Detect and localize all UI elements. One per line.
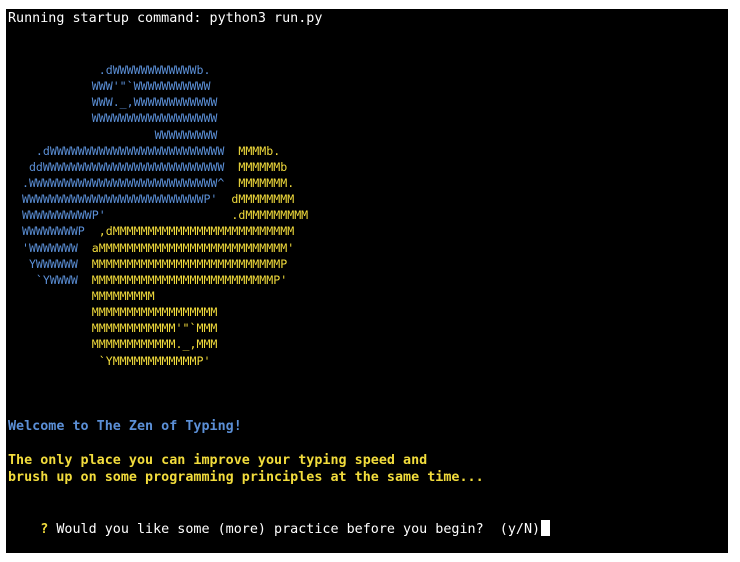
logo-row: YWWWWWW MMMMMMMMMMMMMMMMMMMMMMMMMMMP bbox=[8, 256, 308, 272]
python-ascii-logo: .dWWWWWWWWWWWWb. WWW'"`WWWWWWWWWWW WWW._… bbox=[8, 62, 308, 369]
logo-row: MMMMMMMMMMMM'"`MMM bbox=[8, 320, 308, 336]
logo-segment-blue: 'WWWWWWW bbox=[8, 240, 92, 255]
logo-segment-yellow: .dMMMMMMMMM bbox=[105, 208, 309, 223]
startup-command-line: Running startup command: python3 run.py bbox=[8, 11, 323, 26]
logo-row: `YMMMMMMMMMMMMP' bbox=[8, 353, 308, 369]
logo-segment-blue: .dWWWWWWWWWWWWb. bbox=[8, 63, 211, 77]
logo-row: MMMMMMMMMMMM._,MMM bbox=[8, 336, 308, 352]
logo-segment-blue: WWWWWWWWWWWWWWWWWW bbox=[8, 111, 218, 126]
logo-segment-blue: WWW'"`WWWWWWWWWWW bbox=[8, 79, 211, 94]
logo-segment-yellow: aMMMMMMMMMMMMMMMMMMMMMMMMMMM' bbox=[91, 240, 295, 255]
logo-segment-yellow: MMMMMMMMMMMMMMMMMMMMMMMMMMMP bbox=[91, 256, 288, 271]
logo-segment-yellow: MMMMMMMMMMMMMMMMMM bbox=[8, 305, 218, 320]
logo-segment-blue: ddWWWWWWWWWWWWWWWWWWWWWWWWWW bbox=[8, 159, 239, 174]
logo-row: WWWWWWWWWWP' .dMMMMMMMMM bbox=[8, 207, 308, 223]
logo-segment-blue: WWWWWWWWP bbox=[8, 224, 99, 239]
prompt-question-text: Would you like some (more) practice befo… bbox=[48, 522, 541, 537]
logo-segment-yellow: MMMMMMM. bbox=[238, 175, 295, 190]
intro-line-1: The only place you can improve your typi… bbox=[8, 453, 428, 468]
logo-row: WWWWWWWWWWWWWWWWWWWWWWWWWWP' dMMMMMMMM bbox=[8, 191, 308, 207]
logo-row: .dWWWWWWWWWWWWb. bbox=[8, 62, 308, 78]
logo-row: ddWWWWWWWWWWWWWWWWWWWWWWWWWW MMMMMMb bbox=[8, 159, 308, 175]
logo-segment-yellow: MMMMMMMMMMMM'"`MMM bbox=[8, 321, 218, 336]
logo-row: .dWWWWWWWWWWWWWWWWWWWWWWWWW MMMMb. bbox=[8, 143, 308, 159]
logo-segment-blue: .dWWWWWWWWWWWWWWWWWWWWWWWWW bbox=[8, 143, 239, 158]
logo-segment-yellow: MMMMMMMMM bbox=[8, 288, 155, 303]
logo-segment-yellow: MMMMMMb bbox=[238, 159, 288, 174]
logo-row: MMMMMMMMMMMMMMMMMM bbox=[8, 304, 308, 320]
terminal-window[interactable]: Running startup command: python3 run.py … bbox=[6, 9, 728, 553]
welcome-message: Welcome to The Zen of Typing! bbox=[8, 419, 242, 434]
logo-segment-blue: YWWWWWW bbox=[8, 256, 92, 271]
logo-row: 'WWWWWWW aMMMMMMMMMMMMMMMMMMMMMMMMMMM' bbox=[8, 240, 308, 256]
logo-row: .WWWWWWWWWWWWWWWWWWWWWWWWWWW^ MMMMMMM. bbox=[8, 175, 308, 191]
logo-segment-blue: WWWWWWWWWWWWWWWWWWWWWWWWWWP' bbox=[8, 192, 232, 207]
logo-row: WWWWWWWWW bbox=[8, 127, 308, 143]
logo-segment-yellow: dMMMMMMMM bbox=[231, 192, 295, 207]
text-cursor[interactable] bbox=[541, 520, 551, 536]
logo-segment-yellow: MMMMMMMMMMMMMMMMMMMMMMMMMMP' bbox=[91, 272, 288, 287]
logo-segment-yellow: ,dMMMMMMMMMMMMMMMMMMMMMMMMMM bbox=[98, 224, 295, 239]
logo-row: `YWWWW MMMMMMMMMMMMMMMMMMMMMMMMMMP' bbox=[8, 272, 308, 288]
logo-row: WWW'"`WWWWWWWWWWW bbox=[8, 78, 308, 94]
logo-segment-yellow: MMMMMMMMMMMM._,MMM bbox=[8, 337, 218, 352]
logo-segment-yellow: MMMMb. bbox=[238, 143, 281, 158]
logo-row: MMMMMMMMM bbox=[8, 288, 308, 304]
logo-segment-blue: WWWWWWWWWWP' bbox=[8, 208, 106, 223]
logo-segment-blue: WWWWWWWWW bbox=[8, 127, 218, 142]
logo-row: WWWWWWWWWWWWWWWWWW bbox=[8, 110, 308, 126]
logo-segment-blue: WWW._,WWWWWWWWWWWW bbox=[8, 95, 218, 110]
practice-prompt[interactable]: ? Would you like some (more) practice be… bbox=[8, 503, 551, 553]
logo-row: WWWWWWWWP ,dMMMMMMMMMMMMMMMMMMMMMMMMMM bbox=[8, 223, 308, 239]
logo-segment-blue: `YWWWW bbox=[8, 272, 92, 287]
logo-segment-yellow: `YMMMMMMMMMMMMP' bbox=[8, 353, 211, 368]
logo-segment-blue: .WWWWWWWWWWWWWWWWWWWWWWWWWWW^ bbox=[8, 175, 239, 190]
intro-line-2: brush up on some programming principles … bbox=[8, 470, 484, 485]
logo-row: WWW._,WWWWWWWWWWWW bbox=[8, 94, 308, 110]
